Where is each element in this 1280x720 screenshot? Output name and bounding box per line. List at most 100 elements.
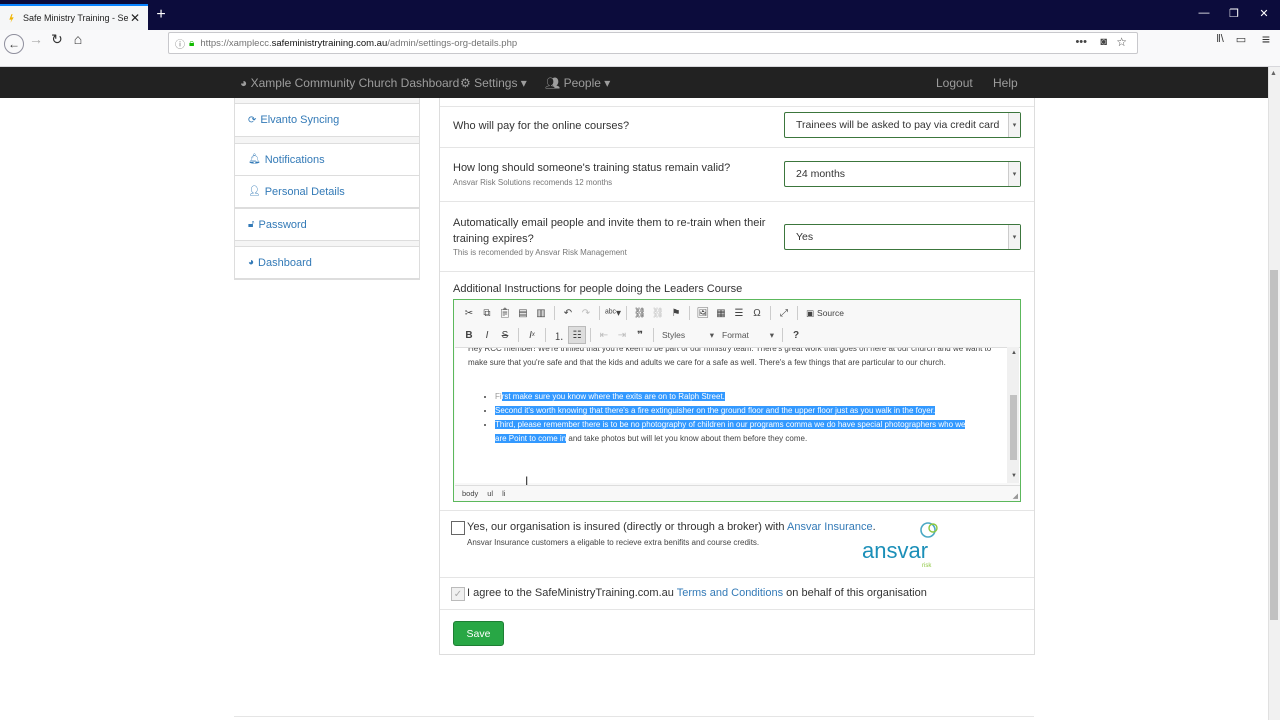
sidebar-item-elvanto-syncing[interactable]: ⟳ Elvanto Syncing [235, 103, 419, 137]
italic-icon[interactable]: I [478, 326, 496, 344]
remove-format-icon[interactable]: Ix [523, 326, 541, 344]
scroll-up-icon[interactable]: ▲ [1270, 70, 1277, 77]
save-button[interactable]: Save [453, 621, 504, 646]
sidebar-toggle-icon[interactable]: ▭ [1232, 30, 1250, 48]
help-icon[interactable]: ? [787, 326, 805, 344]
paste-text-icon[interactable]: ▤ [514, 304, 532, 322]
bold-icon[interactable]: B [460, 326, 478, 344]
pay-question: Who will pay for the online courses? [453, 120, 630, 132]
back-icon[interactable]: ← [4, 34, 24, 54]
close-window-icon[interactable]: ✕ [1256, 7, 1272, 20]
nav-settings-dropdown[interactable]: ⚙ Settings ▾ [460, 76, 527, 90]
format-dropdown[interactable]: Format ▾ [718, 327, 778, 343]
sidebar-item-notifications[interactable]: 🔔︎ Notifications [235, 143, 419, 176]
cut-icon[interactable]: ✂ [460, 304, 478, 322]
close-tab-icon[interactable]: ✕ [128, 11, 142, 25]
pay-select[interactable]: Trainees will be asked to pay via credit… [784, 112, 1021, 138]
unlink-icon[interactable]: ⛓ [649, 304, 667, 322]
terms-link[interactable]: Terms and Conditions [677, 587, 783, 599]
cogs-icon: ⚙ [460, 76, 471, 90]
chevron-down-icon: ▾ [1008, 113, 1020, 137]
users-icon: 👥︎ [545, 76, 561, 90]
retrain-email-select[interactable]: Yes ▾ [784, 224, 1021, 250]
paste-word-icon[interactable]: ▥ [532, 304, 550, 322]
site-navbar: ◕ Xample Community Church Dashboard ⚙ Se… [0, 67, 1280, 98]
divider [440, 201, 1034, 202]
maximize-icon[interactable]: ⤢ [775, 304, 793, 322]
tab-title: Safe Ministry Training - Setting [23, 13, 128, 23]
new-tab-icon[interactable]: + [154, 6, 168, 24]
path-li[interactable]: li [502, 489, 505, 498]
sidebar-item-password[interactable]: 🔓︎ Password [235, 208, 419, 241]
undo-icon[interactable]: ↶ [559, 304, 577, 322]
editor-content[interactable]: Hey RCC member! We're thrilled that you'… [455, 347, 1020, 483]
numbered-list-icon[interactable]: ⒈ [550, 326, 568, 344]
copy-icon[interactable]: ⧉ [478, 304, 496, 322]
reload-icon[interactable]: ↻ [48, 30, 66, 48]
insurance-checkbox[interactable] [451, 521, 465, 535]
chevron-down-icon: ▾ [709, 329, 714, 340]
favicon-icon [9, 13, 14, 23]
path-ul[interactable]: ul [487, 489, 493, 498]
path-body[interactable]: body [462, 489, 478, 498]
nav-logout-link[interactable]: Logout [936, 76, 973, 90]
email-question-line-1: Automatically email people and invite th… [453, 217, 766, 229]
scroll-up-icon[interactable]: ▲ [1011, 350, 1017, 356]
page-actions-icon[interactable]: ••• [1075, 36, 1087, 48]
editor-scrollbar-thumb[interactable] [1010, 395, 1017, 460]
menu-icon[interactable]: ≡ [1257, 30, 1275, 48]
email-question-line-2: training expires? [453, 233, 534, 245]
bookmark-star-icon[interactable]: ☆ [1116, 35, 1127, 49]
horizontal-rule-icon[interactable]: ☰ [730, 304, 748, 322]
indent-icon[interactable]: ⇥ [613, 326, 631, 344]
validity-select[interactable]: 24 months ▾ [784, 161, 1021, 187]
toolbar-separator [797, 306, 798, 320]
insurance-label: Yes, our organisation is insured (direct… [467, 521, 876, 533]
terms-checkbox[interactable]: ✓ [451, 587, 465, 601]
source-button[interactable]: ▣ Source [802, 308, 848, 319]
divider [440, 147, 1034, 148]
scroll-down-icon[interactable]: ▼ [1011, 473, 1017, 479]
outdent-icon[interactable]: ⇤ [595, 326, 613, 344]
terms-label: I agree to the SafeMinistryTraining.com.… [467, 587, 927, 599]
url-bar[interactable]: ⓘ 🔒︎ https://xamplecc.safeministrytraini… [168, 32, 1138, 54]
library-icon[interactable]: ‖\ [1211, 30, 1229, 48]
forward-icon[interactable]: → [27, 30, 45, 48]
divider [440, 510, 1034, 511]
pocket-icon[interactable]: ◙ [1100, 36, 1107, 48]
refresh-icon: ⟳ [248, 114, 257, 126]
info-icon[interactable]: ⓘ [175, 36, 185, 51]
sidebar-item-dashboard[interactable]: ◕ Dashboard [235, 246, 419, 279]
toolbar-separator [689, 306, 690, 320]
redo-icon[interactable]: ↷ [577, 304, 595, 322]
nav-help-link[interactable]: Help [993, 76, 1018, 90]
page-scrollbar-thumb[interactable] [1270, 270, 1278, 620]
image-icon[interactable]: 🖼︎ [694, 304, 712, 322]
strike-icon[interactable]: S [496, 326, 514, 344]
anchor-flag-icon[interactable]: ⚑ [667, 304, 685, 322]
editor-bullet-list: First make sure you know where the exits… [495, 390, 975, 446]
styles-dropdown[interactable]: Styles ▾ [658, 327, 718, 343]
sidebar-item-personal-details[interactable]: 👤︎ Personal Details [235, 175, 419, 208]
restore-icon[interactable]: ❐ [1226, 7, 1242, 20]
table-icon[interactable]: ▦ [712, 304, 730, 322]
link-icon[interactable]: ⛓ [631, 304, 649, 322]
home-icon[interactable]: ⌂ [69, 30, 87, 48]
special-char-icon[interactable]: Ω [748, 304, 766, 322]
editor-toolbar-row-1: ✂ ⧉ 📋︎ ▤ ▥ ↶ ↷ ᵃᵇᶜ▾ ⛓ ⛓ ⚑ 🖼︎ ▦ ☰ Ω ⤢ ▣ S… [460, 303, 848, 323]
nav-people-dropdown[interactable]: 👥︎ People ▾ [545, 76, 610, 90]
blockquote-icon[interactable]: ❞ [631, 326, 649, 344]
browser-toolbar: ← → ↻ ⌂ ⓘ 🔒︎ https://xamplecc.safeminist… [0, 30, 1280, 67]
paste-icon[interactable]: 📋︎ [496, 304, 514, 322]
nav-dashboard-link[interactable]: ◕ Xample Community Church Dashboard [240, 76, 459, 90]
valid-hint: Ansvar Risk Solutions recomends 12 month… [453, 178, 613, 187]
resize-handle-icon[interactable]: ◢ [1013, 492, 1018, 500]
insurance-subtext: Ansvar Insurance customers a eligable to… [467, 538, 760, 547]
spellcheck-icon[interactable]: ᵃᵇᶜ▾ [604, 304, 622, 322]
chevron-down-icon: ▾ [769, 329, 774, 340]
minimize-icon[interactable]: — [1196, 7, 1212, 19]
dashboard-icon: ◕ [248, 257, 255, 268]
list-item: Third, please remember there is to be no… [495, 418, 975, 446]
browser-tab[interactable]: Safe Ministry Training - Setting ✕ [0, 4, 148, 30]
bulleted-list-icon[interactable]: ☷ [568, 326, 586, 344]
